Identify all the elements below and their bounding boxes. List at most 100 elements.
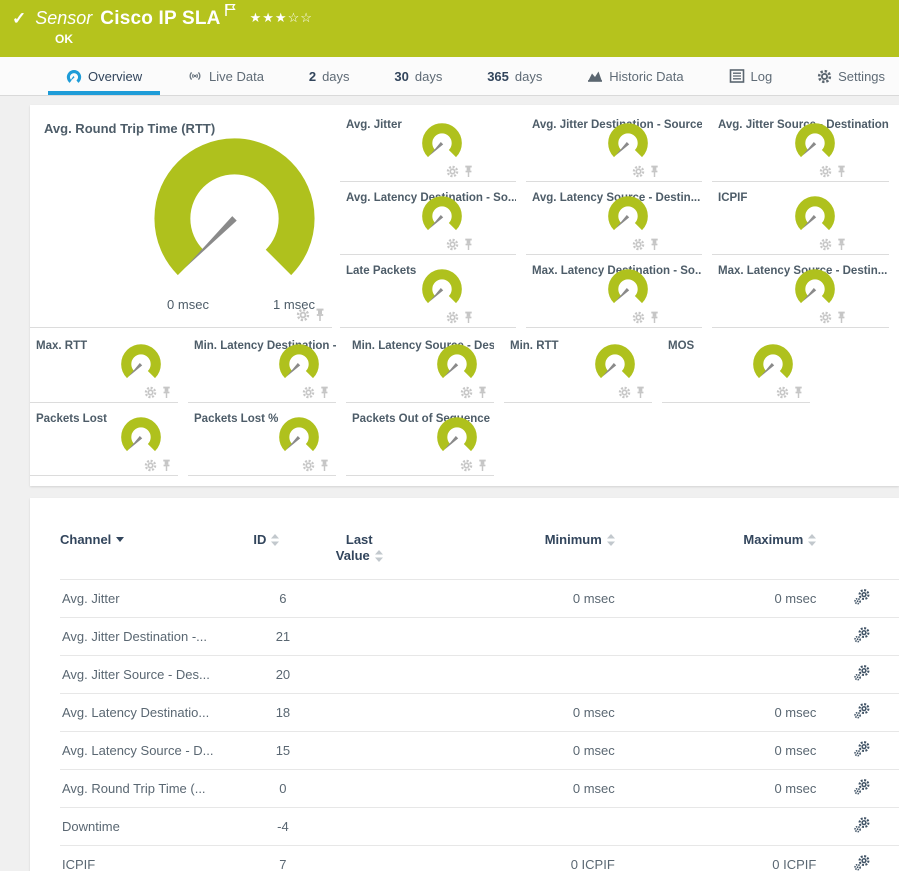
pin-icon[interactable] xyxy=(463,238,474,251)
mini-gauge-chart xyxy=(791,193,839,243)
gear-icon[interactable] xyxy=(819,238,832,251)
gear-icon[interactable] xyxy=(618,386,631,399)
gauge-max-rtt: Max. RTT xyxy=(30,330,178,403)
pin-icon[interactable] xyxy=(319,386,330,399)
gear-icon[interactable] xyxy=(296,308,310,322)
channel-name[interactable]: Avg. Jitter Destination -... xyxy=(60,617,253,655)
log-icon xyxy=(729,68,745,84)
pin-icon[interactable] xyxy=(463,165,474,178)
channel-name[interactable]: Avg. Round Trip Time (... xyxy=(60,769,253,807)
channel-id: 0 xyxy=(253,769,312,807)
gauge-avg-rtt: Avg. Round Trip Time (RTT) 0 msec 1 msec xyxy=(30,109,332,328)
gauges-panel: Avg. Round Trip Time (RTT) 0 msec 1 msec… xyxy=(30,105,899,486)
pin-icon[interactable] xyxy=(314,308,326,322)
gauge-max-latency-dst-src: Max. Latency Destination - So... xyxy=(526,255,702,328)
col-maximum-label: Maximum xyxy=(743,532,803,547)
channel-id: 7 xyxy=(253,845,312,871)
pin-icon[interactable] xyxy=(649,238,660,251)
tab-2-days[interactable]: 2 days xyxy=(291,57,368,95)
channel-last-value xyxy=(312,845,406,871)
channel-name[interactable]: ICPIF xyxy=(60,845,253,871)
gear-icon[interactable] xyxy=(460,386,473,399)
pin-icon[interactable] xyxy=(836,311,847,324)
table-row[interactable]: Avg. Latency Source - D... 15 0 msec 0 m… xyxy=(60,731,899,769)
edit-channel-gears-icon[interactable] xyxy=(854,855,870,871)
tab-overview[interactable]: Overview xyxy=(48,57,160,95)
pin-icon[interactable] xyxy=(836,165,847,178)
edit-channel-gears-icon[interactable] xyxy=(854,703,870,722)
gear-icon[interactable] xyxy=(144,386,157,399)
pin-icon[interactable] xyxy=(477,386,488,399)
col-id[interactable]: ID xyxy=(253,528,312,579)
pin-icon[interactable] xyxy=(319,459,330,472)
pin-icon[interactable] xyxy=(649,165,660,178)
edit-channel-gears-icon[interactable] xyxy=(854,817,870,836)
channel-minimum xyxy=(406,617,615,655)
gear-icon[interactable] xyxy=(776,386,789,399)
pin-icon[interactable] xyxy=(649,311,660,324)
tab-settings[interactable]: Settings xyxy=(799,57,889,95)
channel-name[interactable]: Avg. Latency Source - D... xyxy=(60,731,253,769)
gear-icon[interactable] xyxy=(632,238,645,251)
col-minimum[interactable]: Minimum xyxy=(406,528,615,579)
gear-icon[interactable] xyxy=(446,165,459,178)
table-row[interactable]: ICPIF 7 0 ICPIF 0 ICPIF xyxy=(60,845,899,871)
gauge-min-latency-src-dst: Min. Latency Source - Destina... xyxy=(346,330,494,403)
channel-name[interactable]: Avg. Jitter xyxy=(60,579,253,617)
mini-gauge-chart xyxy=(604,266,652,316)
gear-icon[interactable] xyxy=(446,311,459,324)
gear-icon[interactable] xyxy=(302,386,315,399)
pin-icon[interactable] xyxy=(477,459,488,472)
edit-channel-gears-icon[interactable] xyxy=(854,627,870,646)
live-data-icon xyxy=(187,68,203,84)
table-row[interactable]: Avg. Jitter Source - Des... 20 xyxy=(60,655,899,693)
gauge-min-latency-dst-src: Min. Latency Destination - So... xyxy=(188,330,336,403)
gear-icon[interactable] xyxy=(446,238,459,251)
gear-icon[interactable] xyxy=(144,459,157,472)
table-row[interactable]: Avg. Latency Destinatio... 18 0 msec 0 m… xyxy=(60,693,899,731)
col-channel[interactable]: Channel xyxy=(60,528,253,579)
tab-30-days[interactable]: 30 days xyxy=(376,57,460,95)
gear-icon[interactable] xyxy=(302,459,315,472)
channel-id: 15 xyxy=(253,731,312,769)
channel-name[interactable]: Avg. Latency Destinatio... xyxy=(60,693,253,731)
col-maximum[interactable]: Maximum xyxy=(615,528,817,579)
gauge-late-packets: Late Packets xyxy=(340,255,516,328)
edit-channel-gears-icon[interactable] xyxy=(854,589,870,608)
tab-historic-data[interactable]: Historic Data xyxy=(569,57,701,95)
edit-channel-gears-icon[interactable] xyxy=(854,665,870,684)
table-row[interactable]: Avg. Jitter Destination -... 21 xyxy=(60,617,899,655)
channel-maximum: 0 msec xyxy=(615,731,817,769)
tab-live-data[interactable]: Live Data xyxy=(169,57,282,95)
channel-name[interactable]: Avg. Jitter Source - Des... xyxy=(60,655,253,693)
pin-icon[interactable] xyxy=(463,311,474,324)
col-last-value[interactable]: Last Value xyxy=(312,528,406,579)
gear-icon[interactable] xyxy=(632,311,645,324)
tab-365-days[interactable]: 365 days xyxy=(469,57,560,95)
table-row[interactable]: Avg. Jitter 6 0 msec 0 msec xyxy=(60,579,899,617)
pin-icon[interactable] xyxy=(836,238,847,251)
gear-icon[interactable] xyxy=(460,459,473,472)
pin-icon[interactable] xyxy=(635,386,646,399)
priority-stars[interactable]: ★★★☆☆ xyxy=(250,10,313,26)
table-row[interactable]: Avg. Round Trip Time (... 0 0 msec 0 mse… xyxy=(60,769,899,807)
flag-icon[interactable] xyxy=(225,3,236,22)
col-id-label: ID xyxy=(253,532,266,547)
col-actions xyxy=(816,528,899,579)
pin-icon[interactable] xyxy=(161,386,172,399)
tab-log[interactable]: Log xyxy=(711,57,791,95)
gear-icon[interactable] xyxy=(819,311,832,324)
pin-icon[interactable] xyxy=(161,459,172,472)
gear-icon[interactable] xyxy=(819,165,832,178)
edit-channel-gears-icon[interactable] xyxy=(854,741,870,760)
channel-last-value xyxy=(312,731,406,769)
pin-icon[interactable] xyxy=(793,386,804,399)
table-row[interactable]: Downtime -4 xyxy=(60,807,899,845)
channel-name[interactable]: Downtime xyxy=(60,807,253,845)
gauge-max-latency-src-dst: Max. Latency Source - Destin... xyxy=(712,255,889,328)
edit-channel-gears-icon[interactable] xyxy=(854,779,870,798)
gear-icon[interactable] xyxy=(632,165,645,178)
mini-gauge-chart xyxy=(433,341,481,391)
sensor-header: ✓ Sensor Cisco IP SLA ★★★☆☆ OK xyxy=(0,0,899,57)
channel-maximum: 0 ICPIF xyxy=(615,845,817,871)
